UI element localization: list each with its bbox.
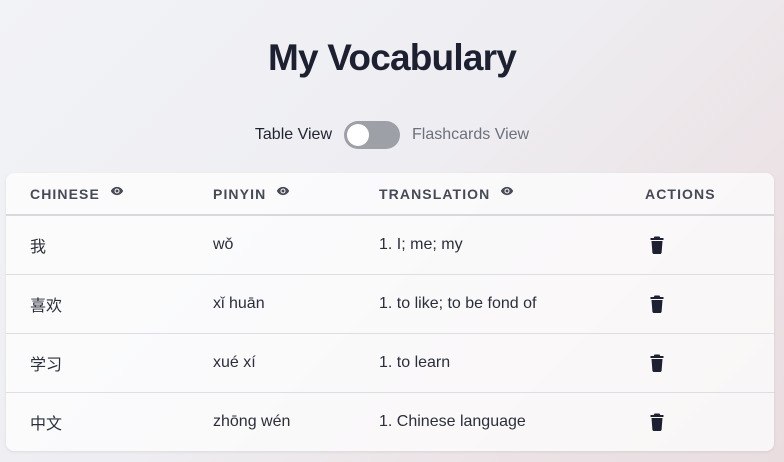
cell-chinese: 喜欢 xyxy=(30,298,63,315)
toggle-knob xyxy=(347,124,369,146)
column-header-pinyin: PINYIN xyxy=(213,173,290,214)
delete-button[interactable] xyxy=(645,275,664,333)
table-row: 喜欢 xǐ huān 1. to like; to be fond of xyxy=(6,275,774,334)
column-header-translation: TRANSLATION xyxy=(379,173,514,214)
column-header-chinese-label: CHINESE xyxy=(30,185,100,202)
column-header-chinese: CHINESE xyxy=(30,173,124,214)
column-header-pinyin-label: PINYIN xyxy=(213,185,267,202)
cell-chinese: 中文 xyxy=(30,416,63,433)
page-title: My Vocabulary xyxy=(267,37,517,78)
delete-button[interactable] xyxy=(645,393,664,451)
trash-icon xyxy=(650,354,664,372)
table-row: 中文 zhōng wén 1. Chinese language xyxy=(6,393,774,451)
trash-icon xyxy=(650,295,664,313)
eye-icon[interactable] xyxy=(110,184,124,198)
eye-icon[interactable] xyxy=(276,184,290,198)
table-header-row: CHINESE PINYIN TRANSLATION ACTIONS xyxy=(6,173,774,216)
delete-button[interactable] xyxy=(645,334,664,392)
cell-pinyin: zhōng wén xyxy=(213,413,291,430)
column-header-translation-label: TRANSLATION xyxy=(379,185,491,202)
view-toggle: Table View Flashcards View xyxy=(0,120,784,150)
eye-icon[interactable] xyxy=(500,184,514,198)
cell-translation: 1. to learn xyxy=(379,354,451,371)
trash-icon xyxy=(650,413,664,431)
column-header-actions-label: ACTIONS xyxy=(645,185,716,202)
delete-button[interactable] xyxy=(645,216,664,274)
table-row: 我 wǒ 1. I; me; my xyxy=(6,216,774,275)
cell-translation: 1. I; me; my xyxy=(379,236,463,253)
cell-translation: 1. to like; to be fond of xyxy=(379,295,537,312)
view-toggle-switch[interactable] xyxy=(344,121,400,149)
cell-chinese: 学习 xyxy=(30,357,63,374)
column-header-actions: ACTIONS xyxy=(645,173,716,214)
cell-chinese: 我 xyxy=(30,239,47,256)
flashcards-view-label[interactable]: Flashcards View xyxy=(412,126,529,144)
table-row: 学习 xué xí 1. to learn xyxy=(6,334,774,393)
vocabulary-table: CHINESE PINYIN TRANSLATION ACTIONS 我 wǒ … xyxy=(6,173,774,451)
cell-pinyin: wǒ xyxy=(213,236,234,253)
cell-translation: 1. Chinese language xyxy=(379,413,526,430)
trash-icon xyxy=(650,236,664,254)
cell-pinyin: xǐ huān xyxy=(213,295,265,312)
cell-pinyin: xué xí xyxy=(213,354,256,371)
table-view-label[interactable]: Table View xyxy=(255,126,332,144)
